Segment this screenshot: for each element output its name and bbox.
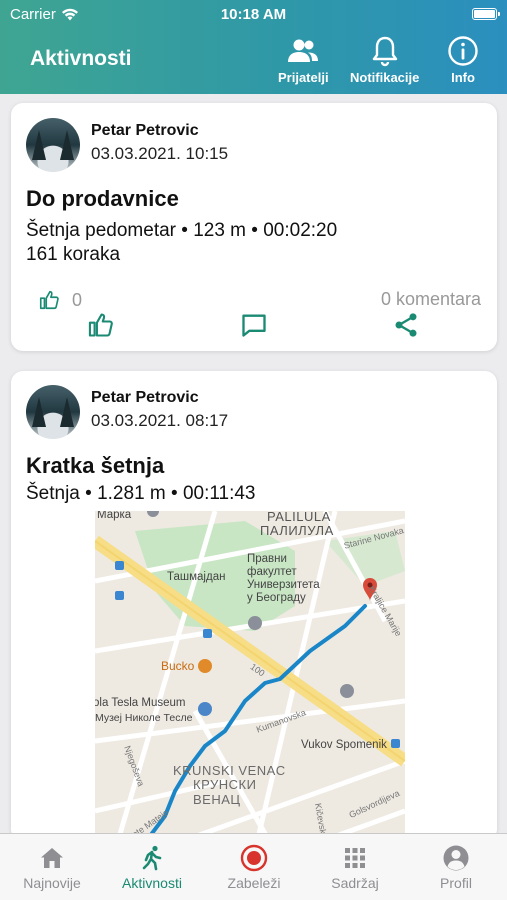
status-bar: Carrier 10:18 AM [0,4,507,26]
notifications-label: Notifikacije [350,70,420,85]
battery-icon [472,8,500,20]
post-date: 03.03.2021. 08:17 [91,411,229,430]
grid-icon [345,848,365,868]
comment-icon[interactable] [240,311,268,339]
friends-label: Prijatelji [278,70,329,85]
tab-sadrzaj[interactable]: Sadržaj [305,844,405,891]
activity-card[interactable]: Petar Petrovic 03.03.2021. 08:17 Kratka … [11,371,497,833]
tab-label: Aktivnosti [122,875,182,891]
app-header: Carrier 10:18 AM Aktivnosti Prijatelji N… [0,0,507,94]
comments-count[interactable]: 0 komentara [381,289,481,310]
tab-zabelezi[interactable]: Zabeleži [204,844,304,891]
people-icon [288,39,319,62]
home-icon [41,848,63,868]
tab-profil[interactable]: Profil [406,844,506,891]
activity-title[interactable]: Kratka šetnja [26,453,164,479]
map-label: Музеј Николе Тесле [95,712,193,724]
activity-stats: Šetnja • 1.281 m • 00:11:43 [26,483,256,504]
tab-label: Zabeleži [227,875,281,891]
activity-stats: Šetnja pedometar • 123 m • 00:02:20 [26,220,338,241]
activity-steps: 161 koraka [26,244,121,265]
tab-najnovije[interactable]: Najnovije [2,844,102,891]
map-label: Марка [97,511,132,521]
activity-card[interactable]: Petar Petrovic 03.03.2021. 10:15 Do prod… [11,103,497,351]
record-icon [240,844,268,872]
avatar[interactable] [26,118,80,172]
clock: 10:18 AM [220,6,287,23]
info-icon [448,36,478,66]
like-icon[interactable] [87,311,115,339]
avatar[interactable] [26,385,80,439]
tab-label: Sadržaj [331,875,379,891]
map-label: КРУНСКИ ВЕНАЦ [193,777,257,807]
tab-label: Profil [440,875,472,891]
share-icon[interactable] [392,311,420,339]
tab-bar: Najnovije Aktivnosti Zabeleži Sadržaj Pr… [0,833,507,900]
thumbs-up-icon [39,290,59,310]
activity-title[interactable]: Do prodavnice [26,186,179,212]
activity-feed[interactable]: Petar Petrovic 03.03.2021. 10:15 Do prod… [0,94,507,833]
user-name[interactable]: Petar Petrovic [91,389,199,407]
profile-icon [443,845,469,871]
info-button[interactable]: Info [446,34,480,85]
map-label: KRUNSKI VENAC [173,763,286,778]
map-label: ola Tesla Museum [95,697,186,709]
map-label: ПАЛИЛУЛА [260,523,334,538]
notifications-button[interactable]: Notifikacije [350,34,419,85]
map-label: Ташмајдан [167,571,226,583]
bell-icon [372,36,397,67]
likes-value: 0 [72,289,83,310]
route-map[interactable]: Марка PALILULA ПАЛИЛУЛА Starine Novaka Т… [95,511,405,833]
map-label: Правни факултет Универзитета у Београду [247,553,320,604]
likes-count: 0 [38,289,82,311]
tab-aktivnosti[interactable]: Aktivnosti [102,844,202,891]
map-label: Vukov Spomenik [301,739,387,751]
page-title: Aktivnosti [30,47,132,70]
post-date: 03.03.2021. 10:15 [91,144,229,163]
user-name[interactable]: Petar Petrovic [91,122,199,140]
info-label: Info [451,70,475,85]
walker-icon [142,845,162,871]
tab-label: Najnovije [23,875,81,891]
map-label: Bucko [161,659,195,673]
friends-button[interactable]: Prijatelji [278,34,329,85]
